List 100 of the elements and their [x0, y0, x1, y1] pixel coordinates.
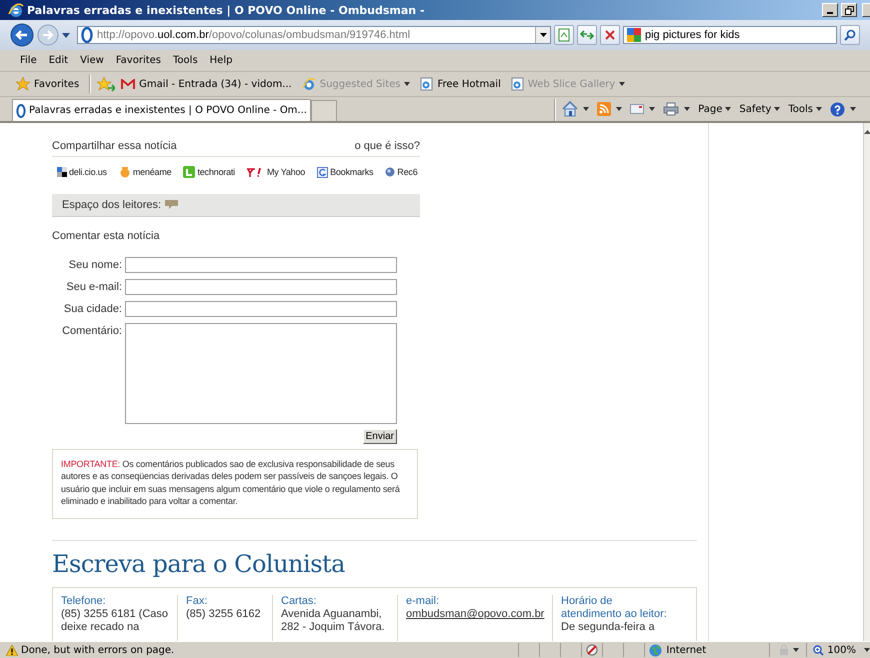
help-button[interactable]	[830, 102, 856, 116]
web-page-icon	[510, 77, 524, 91]
search-button[interactable]	[840, 25, 860, 45]
field-label: Seu nome:	[68, 258, 122, 273]
menu-item[interactable]: Edit	[42, 55, 74, 66]
web-page-icon	[420, 77, 434, 91]
search-icon	[844, 29, 856, 41]
mail-button[interactable]	[630, 104, 656, 114]
contact-text: De segunda-feira a	[561, 621, 656, 634]
contact-text: (85) 3255 6181 (Caso	[61, 608, 169, 622]
close-button[interactable]	[862, 3, 870, 17]
zoom-button[interactable]: 100%	[806, 643, 864, 657]
section-heading: Escreva para o Colunista	[52, 550, 346, 578]
feed-button[interactable]	[597, 102, 622, 116]
page-icon	[558, 28, 570, 42]
share-service-link[interactable]: technorati	[183, 166, 235, 178]
bookmark-logo-icon	[317, 166, 328, 178]
submit-button[interactable]: Enviar	[362, 429, 397, 444]
zoom-dropdown-icon[interactable]	[864, 648, 870, 652]
share-service-link[interactable]: My Yahoo	[246, 167, 306, 177]
email-link[interactable]: ombudsman@opovo.com.br	[406, 608, 544, 622]
menu-item[interactable]: Help	[204, 55, 238, 66]
contact-text: Avenida Aguanambi,	[281, 608, 383, 622]
restore-button[interactable]	[841, 3, 857, 17]
text-field[interactable]	[125, 257, 397, 273]
browser-logo-icon	[8, 2, 24, 18]
favorites-button[interactable]: Favorites	[12, 77, 84, 91]
restore-icon	[844, 6, 854, 14]
caret-icon	[616, 107, 622, 111]
help-icon	[830, 102, 845, 116]
search-field[interactable]: pig pictures for kids	[623, 26, 837, 44]
dropdown-arrow-icon[interactable]	[62, 32, 70, 38]
caret-icon	[816, 107, 822, 111]
printer-button[interactable]	[663, 102, 690, 116]
status-text: Done, but with errors on page.	[21, 644, 174, 656]
menu-item[interactable]: Favorites	[110, 55, 168, 66]
field-label: Seu e-mail:	[65, 280, 122, 295]
envelope-icon	[630, 104, 644, 114]
command-menu[interactable]: Tools	[788, 104, 822, 114]
notice-text: IMPORTANTE: Os comentários publicados sao de exclusiva responsabilidade de seus autores e as conseqüencias derivadas deles podem ser passíveis de sançoes legais. O usuário que incluir em suas mensagens algum comentário que viole o regulamento será eliminado e inabilitado para voltar a comentar.	[61, 458, 401, 508]
privacy-icon[interactable]	[586, 644, 598, 656]
squares-icon	[57, 167, 67, 177]
compatibility-view-button[interactable]	[554, 25, 574, 45]
command-menu[interactable]: Safety	[739, 104, 780, 114]
speech-bubble-icon	[165, 200, 178, 210]
lock-icon	[778, 644, 790, 656]
readers-heading: Espaço dos leitores:	[62, 199, 162, 211]
caret-icon	[684, 107, 690, 111]
stop-button[interactable]	[600, 25, 620, 45]
share-service-link[interactable]: deli.cio.us	[57, 167, 107, 177]
menu-item[interactable]: Tools	[167, 55, 204, 66]
refresh-icon	[580, 29, 594, 41]
menu-item[interactable]: View	[74, 55, 110, 66]
contact-text: 282 - Joquim Távora.	[281, 621, 386, 634]
command-menu[interactable]: Page	[698, 104, 732, 114]
window-title: Palavras erradas e inexistentes | O POVO Online - Ombudsman -	[27, 4, 425, 16]
contact-label: Fax:	[186, 595, 208, 608]
favorites-link[interactable]: Gmail - Entrada (34) - vidom...	[121, 78, 292, 90]
menu-item[interactable]: File	[14, 55, 43, 66]
caret-icon	[583, 107, 590, 111]
what-is-this-link[interactable]: o que é isso?	[354, 140, 420, 152]
home-button[interactable]	[562, 101, 590, 117]
browser-logo-icon	[302, 77, 316, 91]
warning-icon[interactable]	[6, 644, 18, 656]
caret-icon	[774, 107, 780, 111]
close-icon	[604, 29, 616, 41]
contact-label: Telefone:	[61, 595, 107, 608]
minimize-button[interactable]	[822, 3, 838, 17]
text-field[interactable]	[125, 301, 397, 317]
caret-icon	[404, 82, 410, 86]
scrollbar[interactable]	[863, 123, 870, 641]
caret-icon	[725, 107, 732, 111]
field-label: Sua cidade:	[62, 302, 122, 317]
address-field[interactable]: http://opovo.uol.com.br/opovo/colunas/ombudsman/919746.html	[77, 26, 551, 44]
caret-icon	[540, 33, 546, 37]
site-logo-icon	[16, 104, 26, 118]
share-service-link[interactable]: Rec6	[385, 167, 418, 177]
site-logo-icon	[81, 27, 93, 43]
caret-icon	[619, 82, 626, 86]
caret-icon	[850, 107, 856, 111]
share-service-link[interactable]: Bookmarks	[317, 166, 374, 178]
scroll-up-icon	[864, 129, 870, 135]
contact-label: Cartas:	[281, 595, 318, 608]
globe-icon	[649, 644, 662, 656]
contact-label: Horário de atendimento ao leitor:	[561, 595, 668, 622]
comment-heading: Comentar esta notícia	[52, 230, 161, 242]
comment-field[interactable]	[125, 323, 397, 424]
feed-icon	[597, 102, 612, 116]
refresh-button[interactable]	[577, 25, 597, 45]
browser-tab[interactable]: Palavras erradas e inexistentes | O POVO Online - Om...	[12, 99, 311, 121]
security-zone: Internet	[644, 643, 770, 657]
back-button[interactable]	[10, 23, 34, 47]
share-service-link[interactable]: menéame	[118, 166, 172, 178]
contact-text: (85) 3255 6162	[186, 608, 262, 622]
zoom-icon	[813, 644, 824, 656]
search-provider-icon	[627, 28, 641, 42]
favorites-link[interactable]: Free Hotmail	[420, 77, 501, 91]
text-field[interactable]	[125, 279, 397, 295]
address-dropdown-button[interactable]	[535, 27, 550, 43]
house-icon	[562, 101, 578, 117]
